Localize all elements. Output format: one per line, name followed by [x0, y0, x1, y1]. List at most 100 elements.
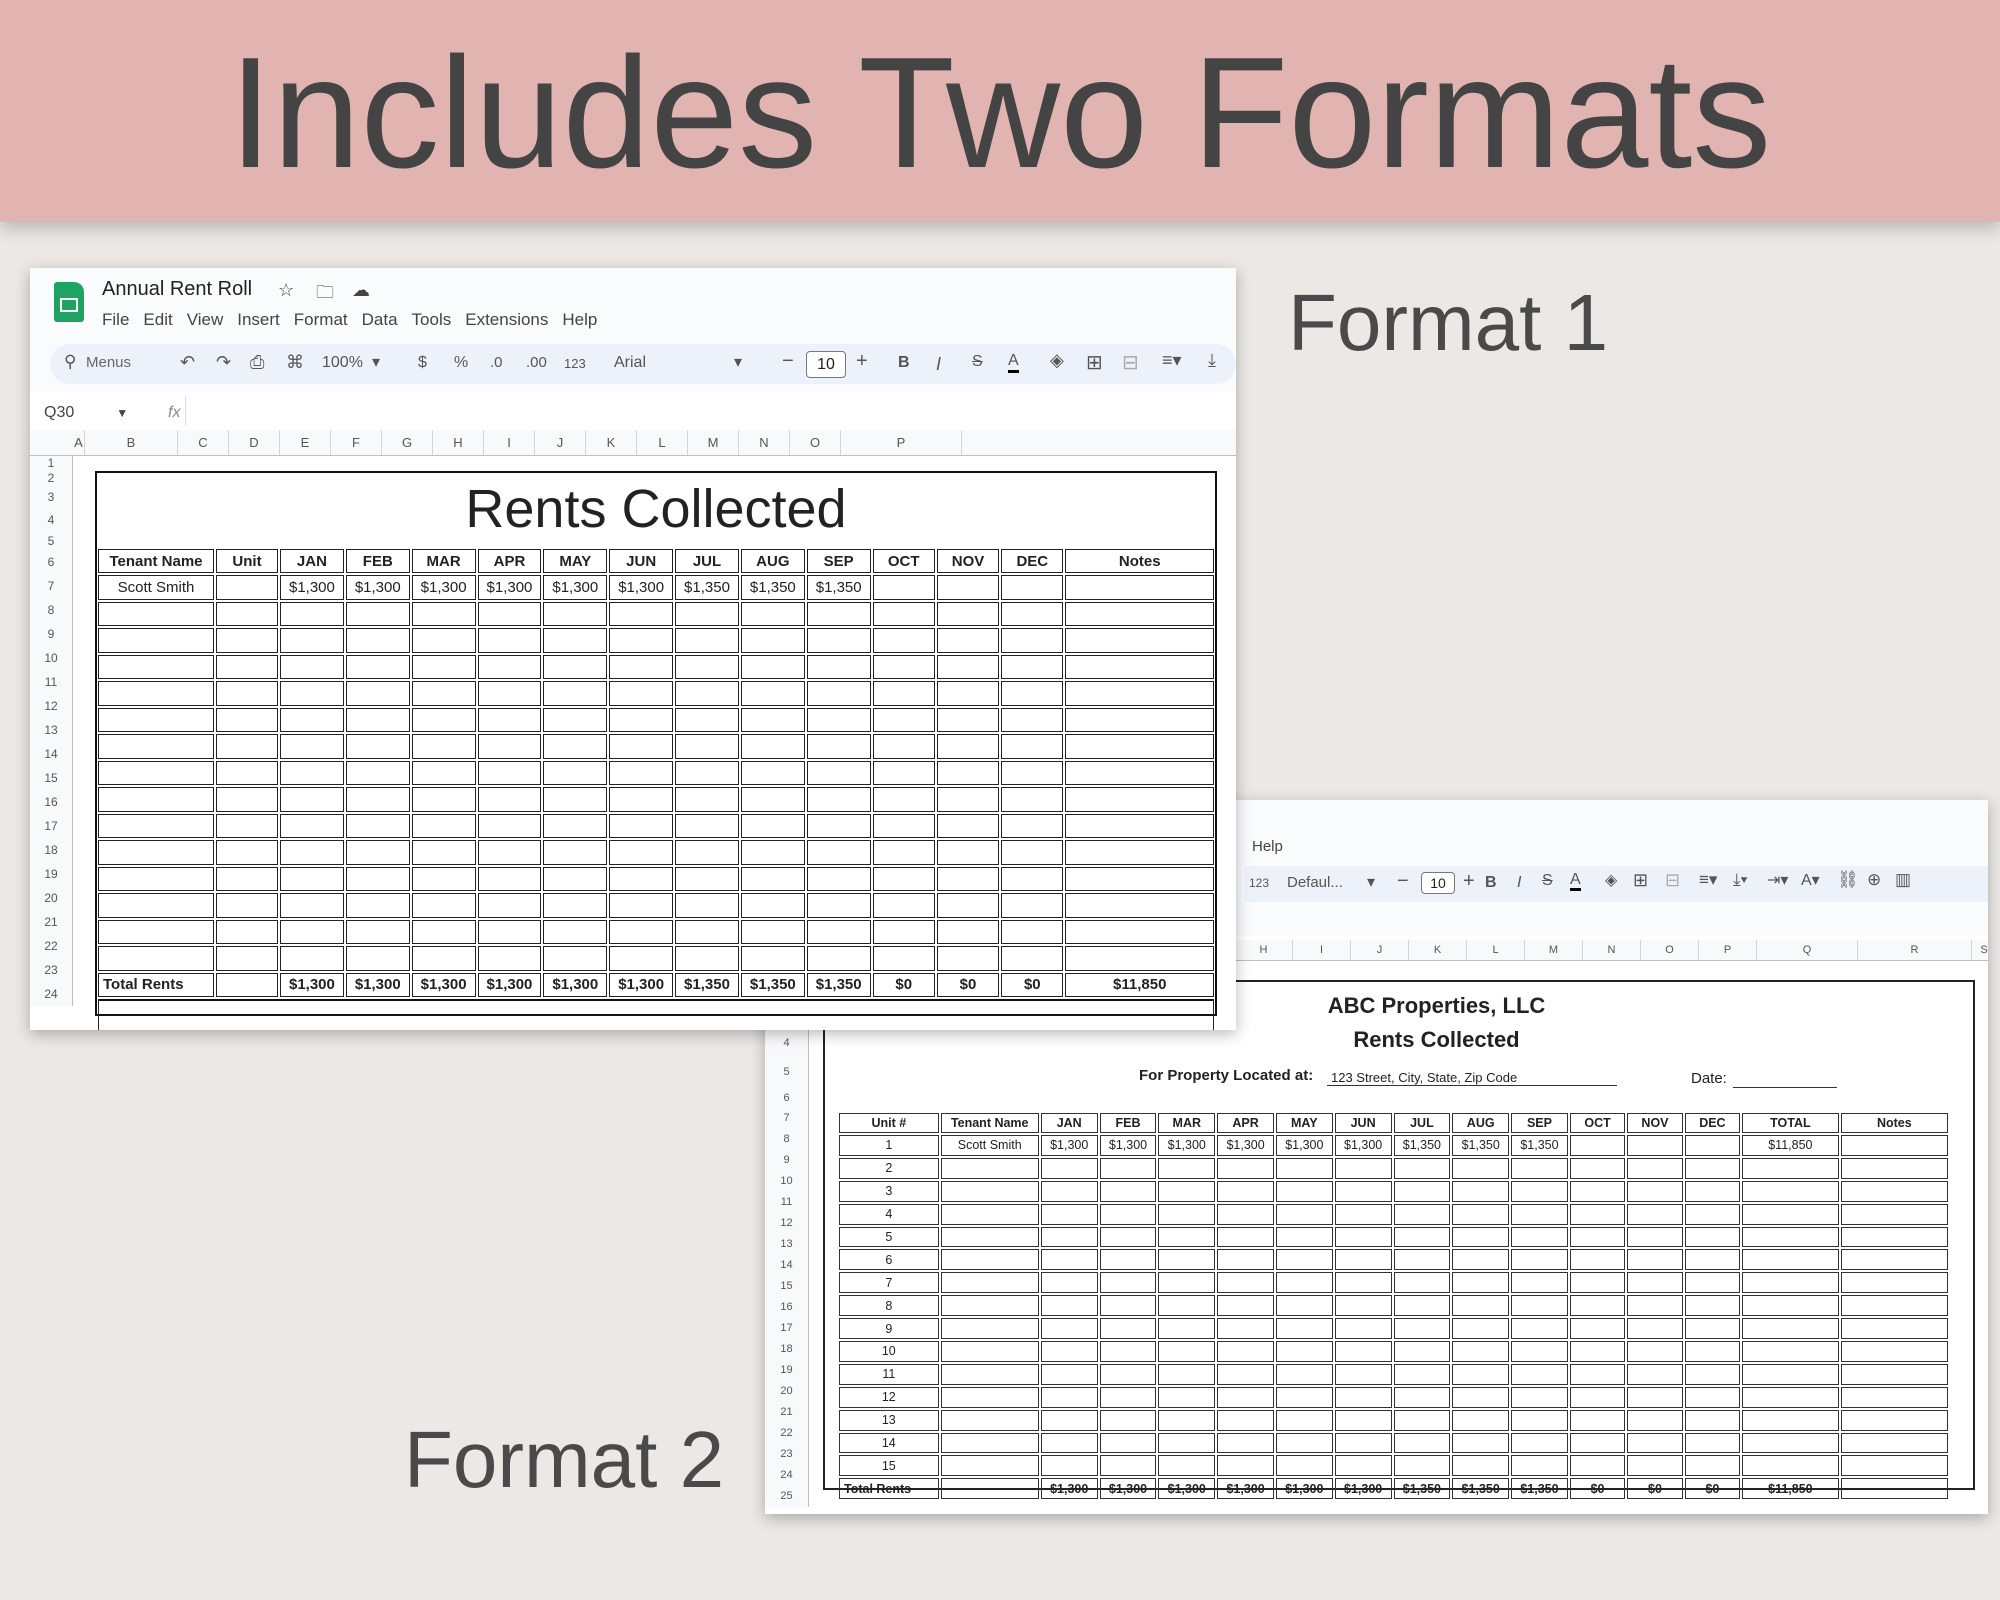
- column-header-G[interactable]: G: [382, 430, 433, 455]
- row-header-13[interactable]: 13: [765, 1234, 809, 1255]
- empty-cell[interactable]: [675, 866, 739, 891]
- empty-cell[interactable]: [1452, 1409, 1510, 1431]
- empty-cell[interactable]: [1001, 601, 1064, 626]
- empty-cell[interactable]: [872, 787, 935, 812]
- unit-number-cell[interactable]: 9: [839, 1318, 939, 1340]
- tenant-row-cell[interactable]: Scott Smith: [940, 1135, 1039, 1156]
- empty-cell[interactable]: [1158, 1157, 1216, 1179]
- empty-cell[interactable]: [1217, 1203, 1274, 1225]
- currency-button[interactable]: $: [418, 354, 427, 372]
- empty-cell[interactable]: [1393, 1432, 1451, 1454]
- empty-cell[interactable]: [1511, 1180, 1568, 1202]
- row-header-13[interactable]: 13: [30, 718, 73, 742]
- tenant-row-cell[interactable]: [1684, 1135, 1741, 1156]
- empty-cell[interactable]: [280, 707, 344, 732]
- row-header-12[interactable]: 12: [765, 1213, 809, 1234]
- row-header-14[interactable]: 14: [765, 1255, 809, 1276]
- totals-row-cell[interactable]: $1,350: [806, 972, 871, 997]
- empty-cell[interactable]: [940, 1363, 1039, 1385]
- empty-cell[interactable]: [1334, 1432, 1392, 1454]
- empty-cell[interactable]: [1684, 1432, 1741, 1454]
- empty-cell[interactable]: [1334, 1180, 1392, 1202]
- merge-icon[interactable]: ⊟: [1122, 350, 1139, 375]
- empty-cell[interactable]: [477, 760, 542, 785]
- formula-bar[interactable]: [185, 396, 1236, 426]
- empty-cell[interactable]: [806, 760, 871, 785]
- empty-cell[interactable]: [740, 893, 805, 918]
- empty-cell[interactable]: [675, 813, 739, 838]
- empty-cell[interactable]: [1511, 1203, 1568, 1225]
- empty-cell[interactable]: [1742, 1409, 1839, 1431]
- empty-cell[interactable]: [675, 893, 739, 918]
- empty-cell[interactable]: [215, 760, 279, 785]
- empty-cell[interactable]: [1511, 1249, 1568, 1271]
- empty-cell[interactable]: [675, 919, 739, 944]
- empty-cell[interactable]: [1684, 1180, 1741, 1202]
- column-header-Q[interactable]: Q: [1757, 940, 1858, 960]
- row-header-19[interactable]: 19: [765, 1360, 809, 1381]
- tenant-row-cell[interactable]: $1,300: [543, 575, 608, 600]
- empty-cell[interactable]: [1065, 866, 1214, 891]
- totals-row-cell[interactable]: $1,300: [1217, 1478, 1274, 1500]
- empty-cell[interactable]: [1840, 1272, 1948, 1294]
- empty-cell[interactable]: [411, 946, 476, 971]
- empty-cell[interactable]: [1040, 1386, 1098, 1408]
- empty-cell[interactable]: [1393, 1363, 1451, 1385]
- row-header-6[interactable]: 6: [765, 1088, 809, 1108]
- empty-cell[interactable]: [1452, 1226, 1510, 1248]
- italic-button[interactable]: I: [1517, 874, 1521, 892]
- empty-cell[interactable]: [1742, 1272, 1839, 1294]
- empty-cell[interactable]: [1627, 1180, 1683, 1202]
- empty-cell[interactable]: [675, 787, 739, 812]
- column-header-I[interactable]: I: [484, 430, 535, 455]
- empty-cell[interactable]: [1099, 1363, 1157, 1385]
- empty-cell[interactable]: [1742, 1432, 1839, 1454]
- empty-cell[interactable]: [1065, 654, 1214, 679]
- row-header-1[interactable]: 1: [30, 456, 73, 470]
- empty-cell[interactable]: [280, 628, 344, 653]
- empty-cell[interactable]: [1840, 1226, 1948, 1248]
- empty-cell[interactable]: [1511, 1455, 1568, 1477]
- header-row-cell[interactable]: Notes: [1065, 549, 1214, 573]
- empty-cell[interactable]: [1742, 1455, 1839, 1477]
- empty-cell[interactable]: [280, 946, 344, 971]
- empty-cell[interactable]: [1569, 1341, 1626, 1362]
- empty-cell[interactable]: [1099, 1409, 1157, 1431]
- empty-cell[interactable]: [1452, 1249, 1510, 1271]
- row-header-8[interactable]: 8: [765, 1129, 809, 1150]
- empty-cell[interactable]: [1511, 1295, 1568, 1317]
- empty-cell[interactable]: [345, 601, 410, 626]
- font-select[interactable]: Defaul...: [1287, 874, 1343, 891]
- empty-cell[interactable]: [1627, 1157, 1683, 1179]
- empty-cell[interactable]: [1742, 1341, 1839, 1362]
- empty-cell[interactable]: [1158, 1226, 1216, 1248]
- empty-cell[interactable]: [477, 866, 542, 891]
- empty-cell[interactable]: [1217, 1432, 1274, 1454]
- text-color-button[interactable]: A: [1008, 352, 1019, 373]
- empty-cell[interactable]: [1684, 1295, 1741, 1317]
- empty-cell[interactable]: [675, 628, 739, 653]
- tenant-row-cell[interactable]: $1,350: [1452, 1135, 1510, 1156]
- empty-cell[interactable]: [806, 628, 871, 653]
- empty-cell[interactable]: [609, 787, 674, 812]
- bold-button[interactable]: B: [1485, 874, 1497, 892]
- empty-cell[interactable]: [1627, 1386, 1683, 1408]
- empty-cell[interactable]: [345, 866, 410, 891]
- totals-row-cell[interactable]: $1,300: [1334, 1478, 1392, 1500]
- empty-cell[interactable]: [740, 628, 805, 653]
- empty-cell[interactable]: [477, 681, 542, 706]
- tenant-row-cell[interactable]: $1,350: [1511, 1135, 1568, 1156]
- empty-cell[interactable]: [1452, 1180, 1510, 1202]
- undo-icon[interactable]: ↶: [180, 352, 195, 373]
- empty-cell[interactable]: [1158, 1386, 1216, 1408]
- header-row-cell[interactable]: MAR: [1158, 1113, 1216, 1133]
- empty-cell[interactable]: [609, 654, 674, 679]
- tenant-row-cell[interactable]: $1,350: [675, 575, 739, 600]
- empty-cell[interactable]: [872, 919, 935, 944]
- empty-cell[interactable]: [1275, 1386, 1333, 1408]
- empty-cell[interactable]: [98, 734, 214, 759]
- empty-cell[interactable]: [1099, 1226, 1157, 1248]
- empty-cell[interactable]: [1627, 1341, 1683, 1362]
- empty-cell[interactable]: [1511, 1318, 1568, 1340]
- empty-cell[interactable]: [1742, 1295, 1839, 1317]
